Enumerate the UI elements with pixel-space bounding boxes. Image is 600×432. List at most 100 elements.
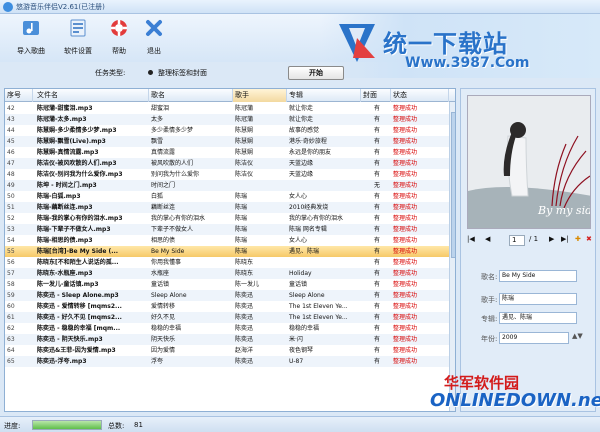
album-field[interactable]: 遇见、陈瑞 bbox=[499, 312, 577, 324]
header-status[interactable]: 状态 bbox=[391, 89, 449, 102]
cell-cover: 有 bbox=[373, 292, 380, 299]
cell-cover: 有 bbox=[373, 116, 380, 123]
cell-song: 阴天快乐 bbox=[151, 336, 176, 343]
header-no[interactable]: 序号 bbox=[5, 89, 33, 102]
cell-file: 陈冠蒲-太多.mp3 bbox=[37, 116, 87, 123]
table-row[interactable]: 42 陈冠蒲-甜蜜泪.mp3 甜蜜泪 陈冠蒲 就让你走 有 整理成功 bbox=[5, 103, 449, 114]
cell-no: 43 bbox=[7, 116, 15, 123]
settings-button[interactable]: 软件设置 bbox=[55, 18, 101, 58]
cell-cover: 有 bbox=[373, 127, 380, 134]
artist-field[interactable]: 陈瑞 bbox=[499, 293, 577, 305]
cell-album bbox=[287, 257, 361, 268]
next-page-icon[interactable]: ▶ bbox=[549, 235, 554, 243]
cell-status: 整理成功 bbox=[393, 325, 418, 332]
cell-cover: 有 bbox=[373, 149, 380, 156]
cell-file: 陈一发儿-童话镇.mp3 bbox=[37, 281, 99, 288]
cell-song: 时间之门 bbox=[151, 182, 176, 189]
cell-album: 我的掌心有你的泪水 bbox=[289, 215, 344, 222]
cell-file: 陈瑞-相思的债.mp3 bbox=[37, 237, 93, 244]
lifebuoy-icon bbox=[111, 20, 127, 36]
cell-artist: 陈慧娴 bbox=[235, 138, 254, 145]
cell-album: 永远是你的朋友 bbox=[289, 149, 332, 156]
table-row[interactable]: 63 陈奕迅 - 阴天快乐.mp3 阴天快乐 陈奕迅 米·闪 有 整理成功 bbox=[5, 334, 449, 345]
header-album[interactable]: 专辑 bbox=[287, 89, 361, 102]
cell-cover: 有 bbox=[373, 160, 380, 167]
page-input[interactable]: 1 bbox=[509, 235, 525, 246]
table-row[interactable]: 57 陈晓东-水瓶座.mp3 水瓶座 陈晓东 Holiday 有 整理成功 bbox=[5, 268, 449, 279]
year-stepper-icon[interactable]: ▲▼ bbox=[572, 332, 583, 340]
table-row[interactable]: 58 陈一发儿-童话镇.mp3 童话镇 陈一发儿 童话镇 有 整理成功 bbox=[5, 279, 449, 290]
start-button[interactable]: 开始 bbox=[288, 66, 344, 80]
table-header: 序号 文件名 歌名 歌手 专辑 封面 状态 bbox=[5, 89, 455, 102]
last-page-icon[interactable]: ▶| bbox=[561, 235, 569, 243]
delete-cover-icon[interactable]: ✖ bbox=[586, 235, 592, 243]
cell-artist: 陈奕迅 bbox=[235, 358, 254, 365]
import-music-icon bbox=[23, 21, 39, 35]
year-field[interactable]: 2009 bbox=[499, 332, 569, 344]
cell-album: The 1st Eleven Ye... bbox=[289, 303, 348, 310]
first-page-icon[interactable]: |◀ bbox=[467, 235, 475, 243]
table-row[interactable]: 54 陈瑞-相思的债.mp3 相思的债 陈瑞 女人心 有 整理成功 bbox=[5, 235, 449, 246]
exit-button[interactable]: 退出 bbox=[131, 18, 177, 58]
cover-nav: |◀ ◀ 1 / 1 ▶ ▶| ✚ ✖ bbox=[465, 235, 595, 247]
table-row[interactable]: 50 陈瑞-白狐.mp3 白狐 陈瑞 女人心 有 整理成功 bbox=[5, 191, 449, 202]
task-row: 任务类型: 整理标签和封面 bbox=[0, 62, 320, 82]
add-cover-icon[interactable]: ✚ bbox=[575, 235, 581, 243]
cell-cover: 有 bbox=[373, 193, 380, 200]
cell-status: 整理成功 bbox=[393, 226, 418, 233]
cell-cover: 有 bbox=[373, 347, 380, 354]
cell-file: 陈慧娴-飘雪(Live).mp3 bbox=[37, 138, 106, 145]
task-radio[interactable] bbox=[148, 70, 153, 75]
cell-album: 女人心 bbox=[289, 237, 308, 244]
cell-song: 甜蜜泪 bbox=[151, 105, 170, 112]
cell-artist: 陈慧娴 bbox=[235, 127, 254, 134]
header-cover[interactable]: 封面 bbox=[361, 89, 391, 102]
cell-no: 46 bbox=[7, 149, 15, 156]
cell-album: The 1st Eleven Ye... bbox=[289, 314, 348, 321]
table-row[interactable]: 62 陈奕迅 - 稳稳的幸福 [mqm... 稳稳的幸福 陈奕迅 稳稳的幸福 有 整理成功 bbox=[5, 323, 449, 334]
table-row[interactable]: 44 陈慧娴-多少柔情多少梦.mp3 多少柔情多少梦 陈慧娴 故事的感觉 有 整理成功 bbox=[5, 125, 449, 136]
table-row[interactable]: 61 陈奕迅 - 好久不见 [mqms2... 好久不见 陈奕迅 The 1st Ele… bbox=[5, 312, 449, 323]
cell-album: 故事的感觉 bbox=[289, 127, 320, 134]
cell-file: 陈晓东[不和陌生人说话的孤... bbox=[37, 259, 119, 266]
table-row[interactable]: 56 陈晓东[不和陌生人说话的孤... 你用我懂事 陈晓东 有 整理成功 bbox=[5, 257, 449, 268]
table-row[interactable]: 65 陈奕迅-浮夸.mp3 浮夸 陈奕迅 U-87 有 整理成功 bbox=[5, 356, 449, 367]
import-button[interactable]: 导入歌曲 bbox=[8, 18, 54, 58]
vertical-scrollbar[interactable] bbox=[449, 102, 455, 411]
cell-cover: 有 bbox=[373, 270, 380, 277]
table-row[interactable]: 47 陈洁仪-被风吹散的人们.mp3 被风吹散的人们 陈洁仪 天蓝边缘 有 整理成功 bbox=[5, 158, 449, 169]
table-row[interactable]: 48 陈洁仪-别问我为什么爱你.mp3 别问我为什么爱你 陈洁仪 天蓝边缘 有 整理成功 bbox=[5, 169, 449, 180]
cell-file: 陈奕迅 - 好久不见 [mqms2... bbox=[37, 314, 122, 321]
table-row[interactable]: 46 陈慧娴-真情流露.mp3 真情流露 陈慧娴 永远是你的朋友 有 整理成功 bbox=[5, 147, 449, 158]
cell-status: 整理成功 bbox=[393, 336, 418, 343]
header-file[interactable]: 文件名 bbox=[35, 89, 149, 102]
song-field[interactable]: Be My Side bbox=[499, 270, 577, 282]
table-row[interactable]: 43 陈冠蒲-太多.mp3 太多 陈冠蒲 就让你走 有 整理成功 bbox=[5, 114, 449, 125]
scrollbar-thumb[interactable] bbox=[451, 112, 455, 258]
cell-cover: 有 bbox=[373, 105, 380, 112]
cell-status: 整理成功 bbox=[393, 303, 418, 310]
cell-artist: 陈冠蒲 bbox=[235, 105, 254, 112]
table-row[interactable]: 45 陈慧娴-飘雪(Live).mp3 飘雪 陈慧娴 港乐·奇妙旅程 有 整理成功 bbox=[5, 136, 449, 147]
cell-album: Sleep Alone bbox=[289, 292, 325, 299]
prev-page-icon[interactable]: ◀ bbox=[485, 235, 490, 243]
table-row[interactable]: 52 陈瑞-我的掌心有你的泪水.mp3 我的掌心有你的泪水 陈瑞 我的掌心有你的泪水 有 整… bbox=[5, 213, 449, 224]
table-row[interactable]: 59 陈奕迅 - Sleep Alone.mp3 Sleep Alone 陈奕迅 Sle… bbox=[5, 290, 449, 301]
table-row[interactable]: 51 陈瑞-藕断丝连.mp3 藕断丝连 陈瑞 2010经典发烧 有 整理成功 bbox=[5, 202, 449, 213]
cell-status: 整理成功 bbox=[393, 259, 418, 266]
watermark-top-cn: 统一下载站 bbox=[383, 30, 508, 58]
cell-cover: 有 bbox=[373, 138, 380, 145]
table-row-selected[interactable]: 55 陈瑞[台湾]-Be My Side (... Be My Side 陈瑞 遇见、陈… bbox=[5, 246, 449, 257]
table-row[interactable]: 53 陈瑞-下辈子不做女人.mp3 下辈子不做女人 陈瑞 陈瑞 网名专辑 有 整理成功 bbox=[5, 224, 449, 235]
table-row[interactable]: 49 陈坤 - 时间之门.mp3 时间之门 无 整理成功 bbox=[5, 180, 449, 191]
cell-file: 陈奕迅-浮夸.mp3 bbox=[37, 358, 87, 365]
cell-artist: 陈奕迅 bbox=[235, 325, 254, 332]
cell-artist: 陈奕迅 bbox=[235, 303, 254, 310]
cell-status: 整理成功 bbox=[393, 215, 418, 222]
table-row[interactable]: 60 陈奕迅 - 爱情转移 [mqms2... 爱情转移 陈奕迅 The 1st Ele… bbox=[5, 301, 449, 312]
cell-artist: 陈奕迅 bbox=[235, 336, 254, 343]
header-artist[interactable]: 歌手 bbox=[233, 89, 287, 102]
table-row[interactable]: 64 陈奕迅&王菲-因为爱情.mp3 因为爱情 赵海洋 夜色钢琴 有 整理成功 bbox=[5, 345, 449, 356]
cell-album: U-87 bbox=[289, 358, 304, 365]
header-song[interactable]: 歌名 bbox=[149, 89, 233, 102]
